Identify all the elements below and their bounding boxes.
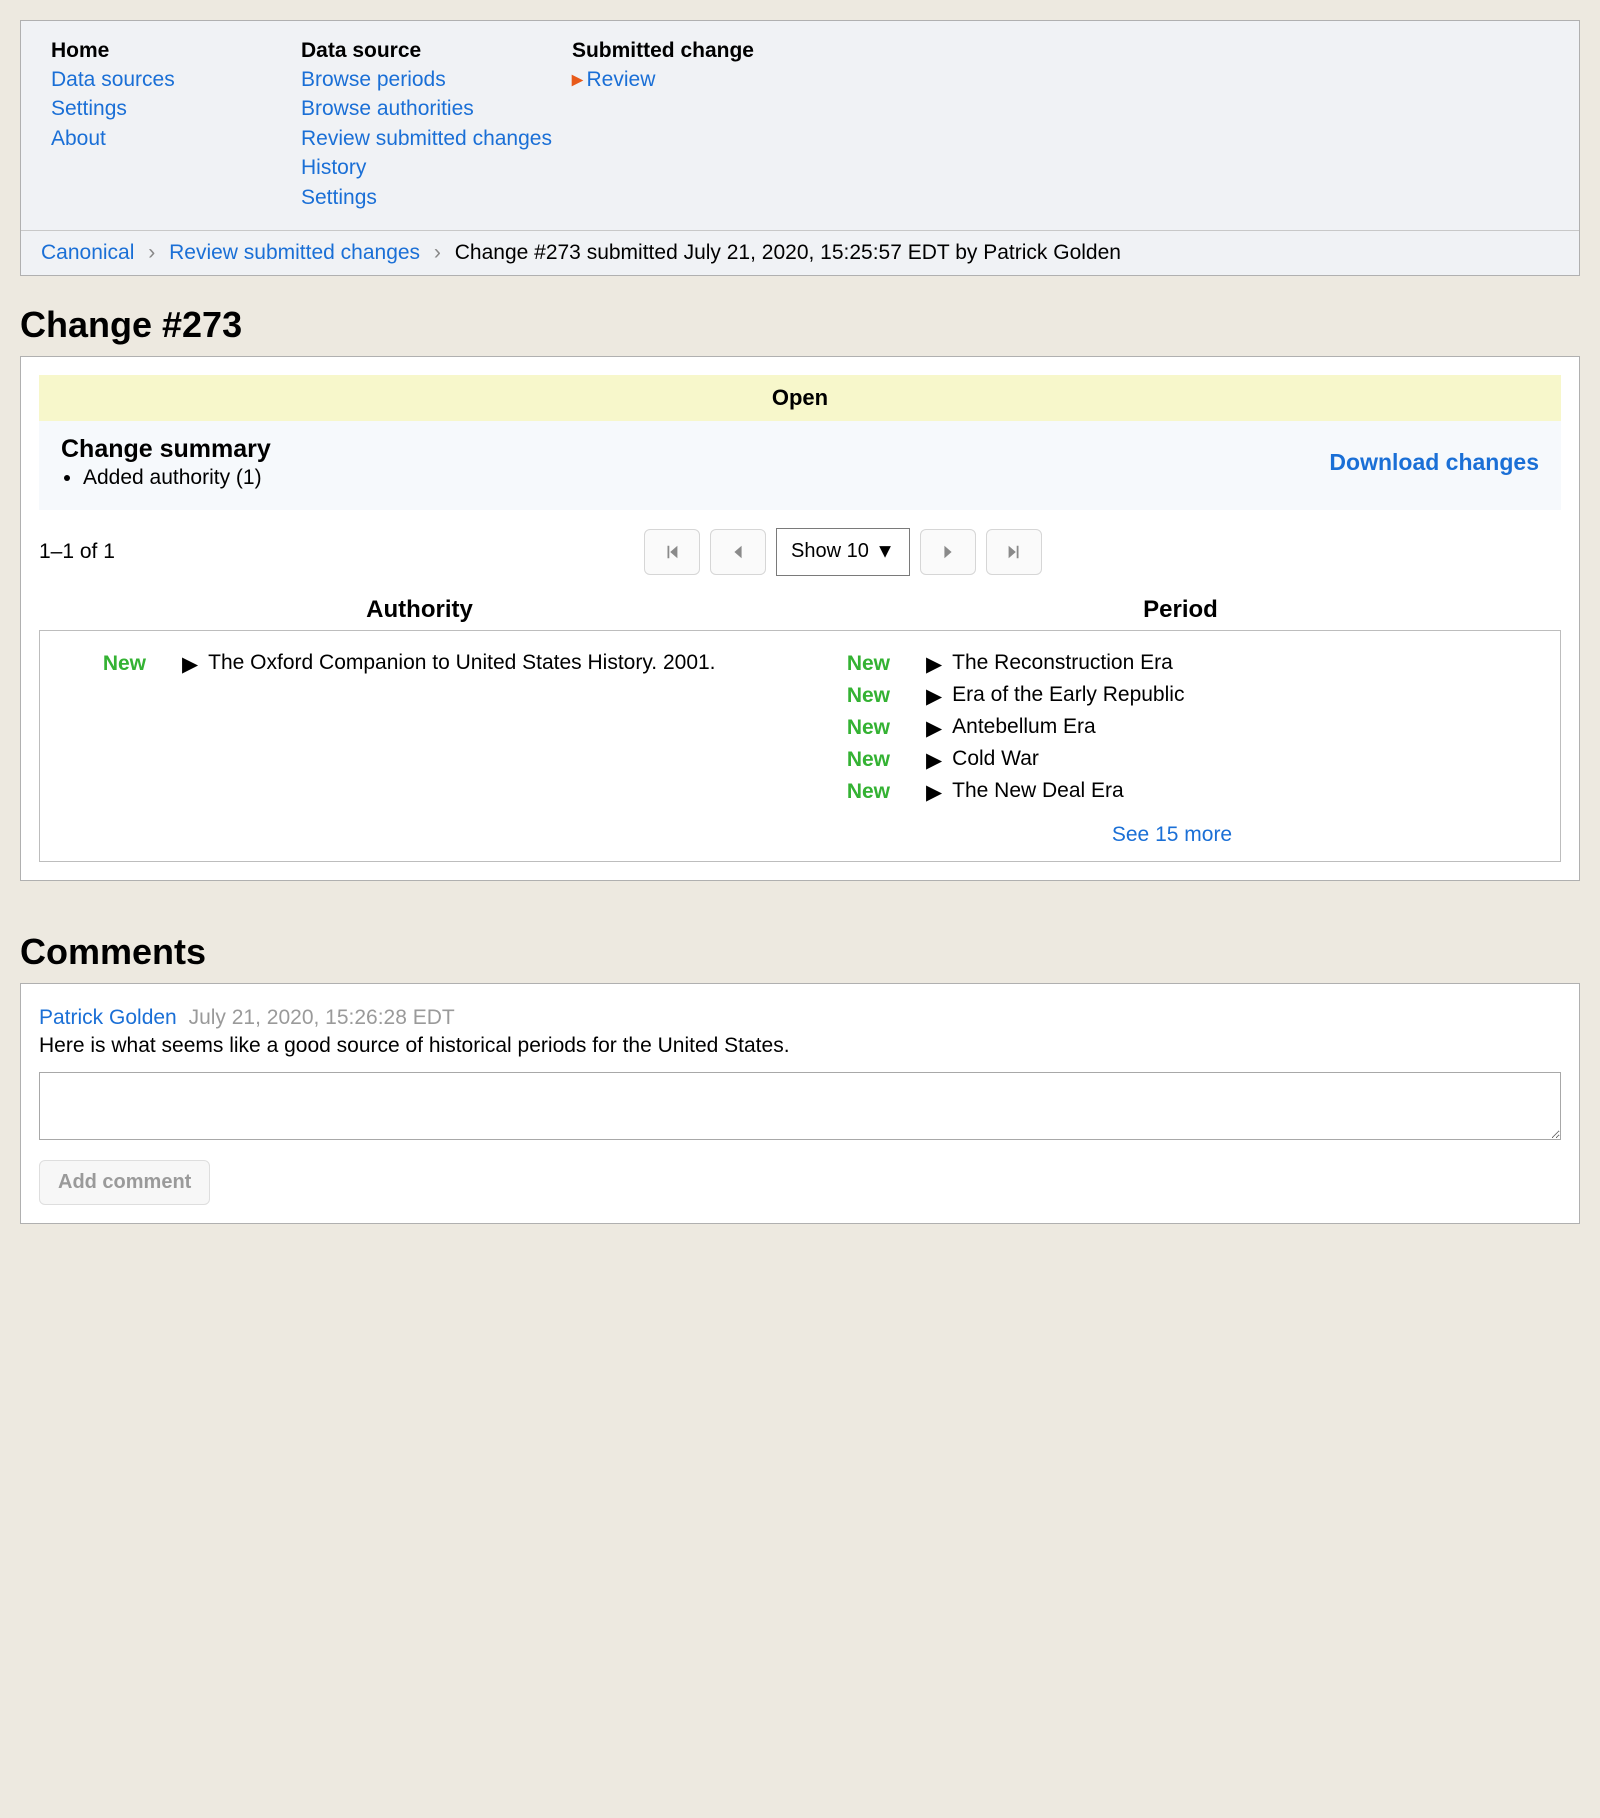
pager: 1–1 of 1 Show 10 ▼ xyxy=(39,528,1561,576)
nav-head-home: Home xyxy=(51,39,281,63)
period-row: New ▶ The Reconstruction Era xyxy=(800,651,1544,677)
see-more-link[interactable]: See 15 more xyxy=(1112,823,1232,846)
nav-link-review[interactable]: Review xyxy=(587,68,656,91)
nav-link-browse-periods[interactable]: Browse periods xyxy=(301,65,552,94)
change-tag-new: New xyxy=(800,715,890,740)
pager-count: 1–1 of 1 xyxy=(39,540,115,564)
pager-last-button[interactable] xyxy=(986,529,1042,575)
comment-author-link[interactable]: Patrick Golden xyxy=(39,1006,177,1029)
summary-row: Change summary Added authority (1) Downl… xyxy=(39,421,1561,510)
authority-column: New ▶ The Oxford Companion to United Sta… xyxy=(56,645,800,847)
disclosure-triangle-icon[interactable]: ▶ xyxy=(926,651,942,677)
pager-next-button[interactable] xyxy=(920,529,976,575)
status-badge: Open xyxy=(39,375,1561,421)
pager-first-button[interactable] xyxy=(644,529,700,575)
change-tag-new: New xyxy=(56,651,146,676)
col-head-authority: Authority xyxy=(39,596,800,624)
summary-list: Added authority (1) xyxy=(61,466,271,490)
authority-row: New ▶ The Oxford Companion to United Sta… xyxy=(56,651,800,677)
pager-select-label: Show 10 xyxy=(791,540,869,563)
page-title: Change #273 xyxy=(20,304,1580,346)
nav-link-about[interactable]: About xyxy=(51,124,281,153)
nav-link-review-changes[interactable]: Review submitted changes xyxy=(301,124,552,153)
skip-first-icon xyxy=(663,543,681,561)
period-text: The New Deal Era xyxy=(952,779,1544,803)
disclosure-triangle-icon[interactable]: ▶ xyxy=(926,747,942,773)
skip-last-icon xyxy=(1005,543,1023,561)
disclosure-triangle-icon[interactable]: ▶ xyxy=(182,651,198,677)
disclosure-triangle-icon[interactable]: ▶ xyxy=(926,715,942,741)
change-card: Open Change summary Added authority (1) … xyxy=(20,356,1580,881)
period-column: New ▶ The Reconstruction Era New ▶ Era o… xyxy=(800,645,1544,847)
summary-item: Added authority (1) xyxy=(83,466,271,490)
authority-text: The Oxford Companion to United States Hi… xyxy=(208,651,800,675)
comments-card: Patrick Golden July 21, 2020, 15:26:28 E… xyxy=(20,983,1580,1224)
nav-link-settings-ds[interactable]: Settings xyxy=(301,183,552,212)
nav-col-submitted: Submitted change ▸Review xyxy=(572,39,802,212)
change-tag-new: New xyxy=(800,651,890,676)
breadcrumb: Canonical › Review submitted changes › C… xyxy=(21,230,1579,275)
next-icon xyxy=(939,543,957,561)
breadcrumb-sep-2: › xyxy=(434,241,441,264)
nav-col-home: Home Data sources Settings About xyxy=(51,39,281,212)
nav-link-history[interactable]: History xyxy=(301,153,552,182)
change-tag-new: New xyxy=(800,747,890,772)
breadcrumb-sep-1: › xyxy=(148,241,155,264)
nav-active-row: ▸Review xyxy=(572,65,802,94)
download-changes-link[interactable]: Download changes xyxy=(1329,449,1539,476)
breadcrumb-current: Change #273 submitted July 21, 2020, 15:… xyxy=(455,241,1121,264)
nav-columns: Home Data sources Settings About Data so… xyxy=(21,21,1579,230)
comment-date: July 21, 2020, 15:26:28 EDT xyxy=(189,1006,455,1029)
comment-body: Here is what seems like a good source of… xyxy=(39,1034,1561,1058)
period-text: Cold War xyxy=(952,747,1544,771)
breadcrumb-review[interactable]: Review submitted changes xyxy=(169,241,420,264)
summary-block: Change summary Added authority (1) xyxy=(61,435,271,490)
summary-title: Change summary xyxy=(61,435,271,464)
active-marker-icon: ▸ xyxy=(572,68,583,91)
caret-down-icon: ▼ xyxy=(875,540,895,563)
period-row: New ▶ Cold War xyxy=(800,747,1544,773)
period-text: The Reconstruction Era xyxy=(952,651,1544,675)
disclosure-triangle-icon[interactable]: ▶ xyxy=(926,779,942,805)
period-text: Era of the Early Republic xyxy=(952,683,1544,707)
comment-input[interactable] xyxy=(39,1072,1561,1140)
breadcrumb-canonical[interactable]: Canonical xyxy=(41,241,134,264)
period-row: New ▶ Era of the Early Republic xyxy=(800,683,1544,709)
diff-box: New ▶ The Oxford Companion to United Sta… xyxy=(39,630,1561,862)
nav-head-datasource: Data source xyxy=(301,39,552,63)
add-comment-button[interactable]: Add comment xyxy=(39,1160,210,1205)
nav-head-submitted: Submitted change xyxy=(572,39,802,63)
nav-link-settings-home[interactable]: Settings xyxy=(51,94,281,123)
change-tag-new: New xyxy=(800,683,890,708)
see-more-row: See 15 more xyxy=(800,823,1544,847)
pager-prev-button[interactable] xyxy=(710,529,766,575)
diff-columns-header: Authority Period xyxy=(39,596,1561,624)
prev-icon xyxy=(729,543,747,561)
comment: Patrick Golden July 21, 2020, 15:26:28 E… xyxy=(39,1002,1561,1058)
nav-link-browse-authorities[interactable]: Browse authorities xyxy=(301,94,552,123)
comments-title: Comments xyxy=(20,931,1580,973)
change-tag-new: New xyxy=(800,779,890,804)
period-row: New ▶ The New Deal Era xyxy=(800,779,1544,805)
period-text: Antebellum Era xyxy=(952,715,1544,739)
nav-panel: Home Data sources Settings About Data so… xyxy=(20,20,1580,276)
disclosure-triangle-icon[interactable]: ▶ xyxy=(926,683,942,709)
pager-page-size-select[interactable]: Show 10 ▼ xyxy=(776,528,910,576)
nav-col-datasource: Data source Browse periods Browse author… xyxy=(301,39,552,212)
col-head-period: Period xyxy=(800,596,1561,624)
nav-link-data-sources[interactable]: Data sources xyxy=(51,65,281,94)
period-row: New ▶ Antebellum Era xyxy=(800,715,1544,741)
